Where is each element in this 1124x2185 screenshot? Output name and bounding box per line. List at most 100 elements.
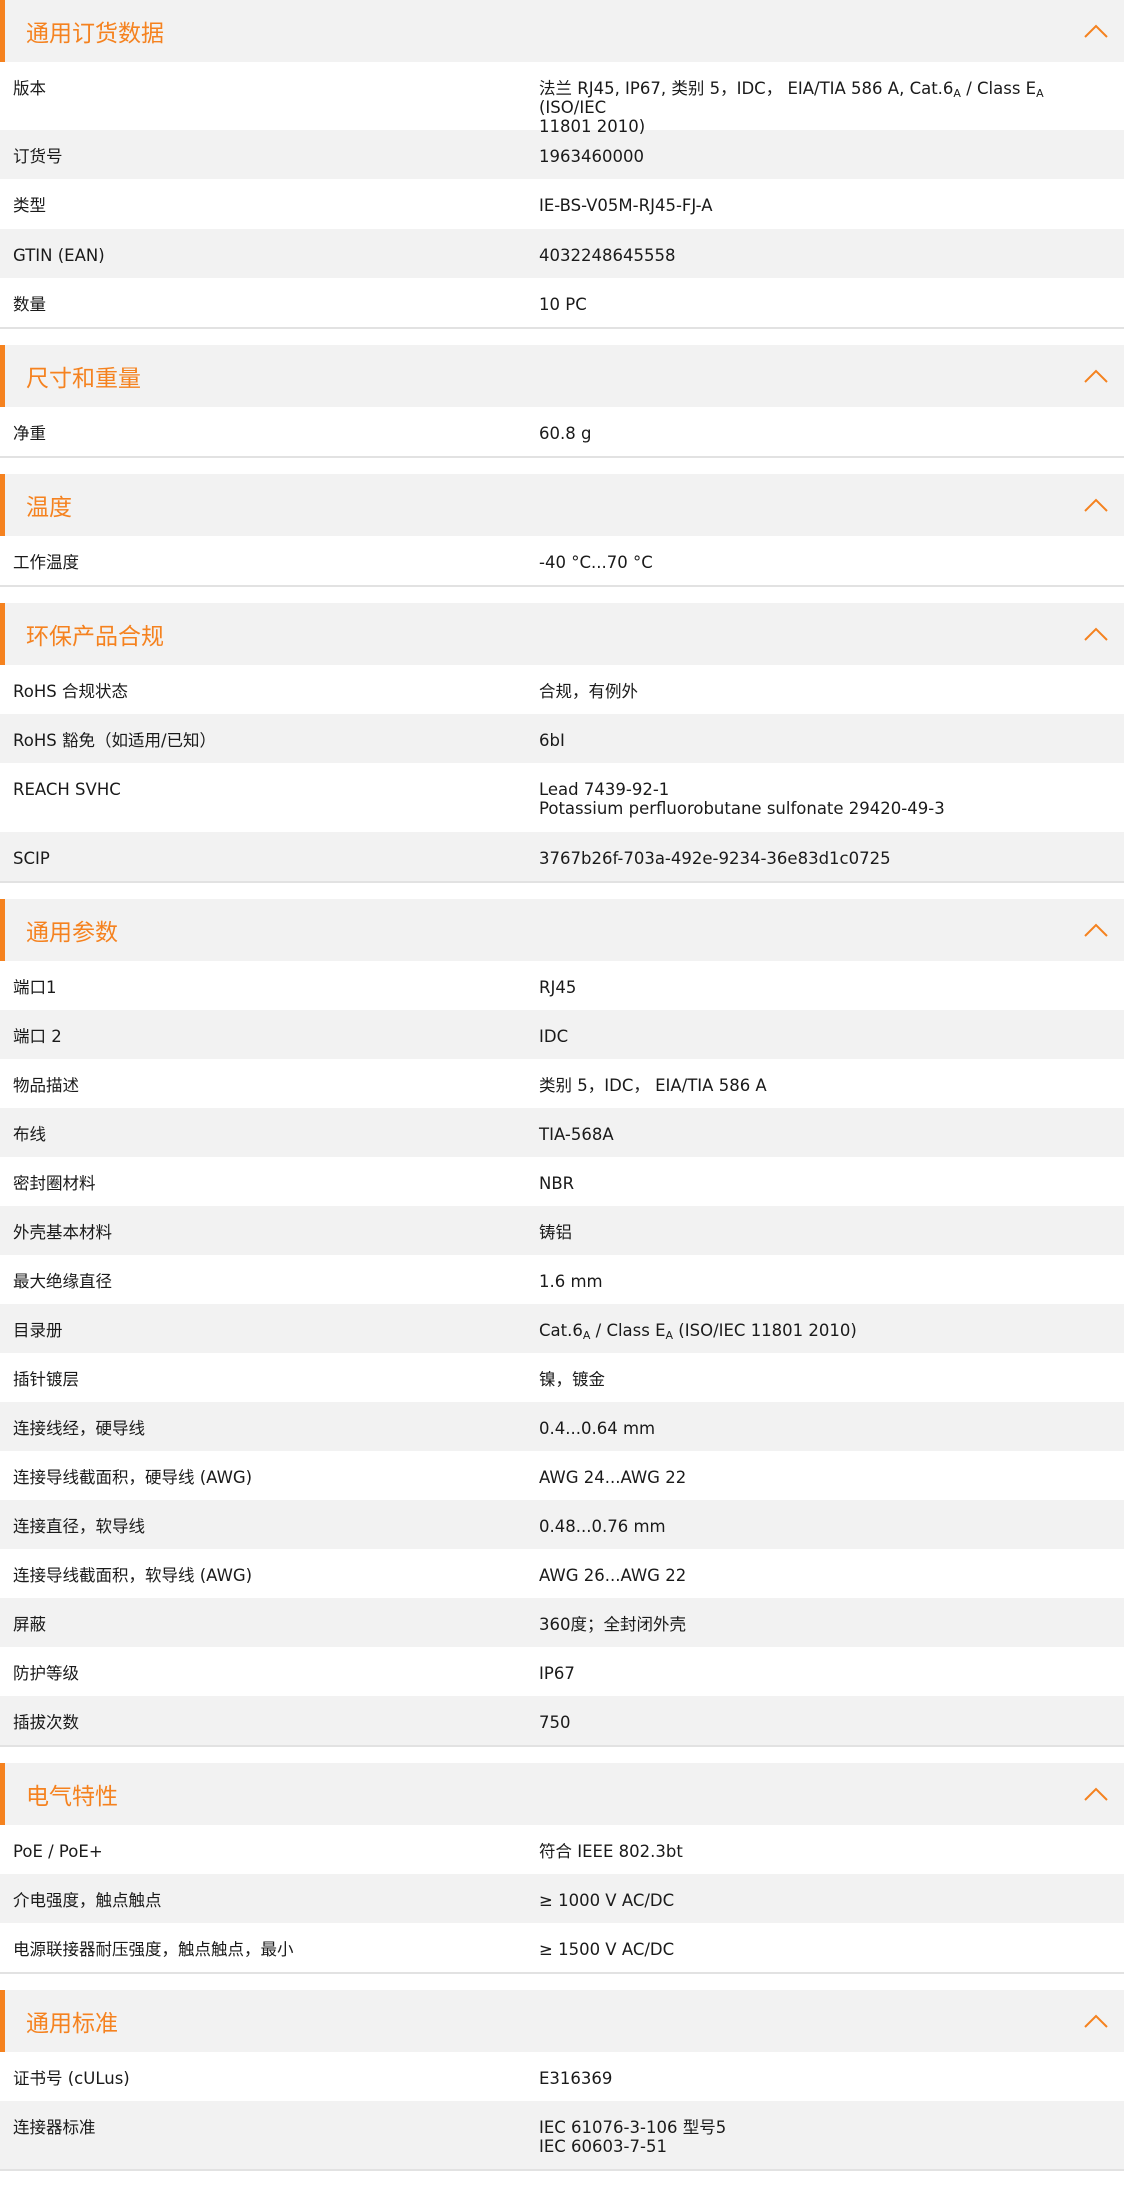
- spec-value: 10 PC: [539, 295, 587, 314]
- spec-value: 1.6 mm: [539, 1272, 603, 1291]
- section-general-standards: 通用标准 证书号 (cULus) E316369 连接器标准 IEC 61076…: [0, 1990, 1124, 2171]
- spec-value: 60.8 g: [539, 424, 592, 443]
- spec-value: TIA-568A: [539, 1125, 614, 1144]
- section-header[interactable]: 环保产品合规: [0, 603, 1124, 665]
- chevron-up-icon[interactable]: [1082, 920, 1110, 940]
- section-title: 环保产品合规: [26, 624, 164, 650]
- chevron-up-icon[interactable]: [1082, 1784, 1110, 1804]
- spec-value: 法兰 RJ45, IP67, 类别 5，IDC， EIA/TIA 586 A, …: [539, 79, 1124, 136]
- spec-value: ≥ 1500 V AC/DC: [539, 1940, 675, 1959]
- spec-label: 布线: [13, 1125, 46, 1144]
- spec-value: 镍，镀金: [539, 1370, 605, 1389]
- chevron-up-icon[interactable]: [1082, 624, 1110, 644]
- spec-label: 物品描述: [13, 1076, 79, 1095]
- spec-row: 类型 IE-BS-V05M-RJ45-FJ-A: [0, 179, 1124, 229]
- spec-row: 证书号 (cULus) E316369: [0, 2052, 1124, 2101]
- spec-label: PoE / PoE+: [13, 1842, 103, 1861]
- spec-value: 360度；全封闭外壳: [539, 1615, 686, 1634]
- spec-value: E316369: [539, 2069, 613, 2088]
- spec-value: 750: [539, 1713, 571, 1732]
- spec-label: SCIP: [13, 849, 50, 868]
- section-title: 通用订货数据: [26, 21, 164, 47]
- spec-label: 插针镀层: [13, 1370, 79, 1389]
- spec-row: PoE / PoE+ 符合 IEEE 802.3bt: [0, 1825, 1124, 1874]
- section-title: 通用参数: [26, 920, 118, 946]
- section-electrical-characteristics: 电气特性 PoE / PoE+ 符合 IEEE 802.3bt 介电强度，触点触…: [0, 1763, 1124, 1974]
- spec-value: 6bI: [539, 731, 565, 750]
- section-title: 温度: [26, 495, 72, 521]
- spec-label: 净重: [13, 424, 46, 443]
- section-header[interactable]: 温度: [0, 474, 1124, 536]
- spec-row: 连接器标准 IEC 61076-3-106 型号5 IEC 60603-7-51: [0, 2101, 1124, 2169]
- spec-label: 端口1: [13, 978, 57, 997]
- spec-row: 插针镀层 镍，镀金: [0, 1353, 1124, 1402]
- spec-row: 连接直径，软导线 0.48...0.76 mm: [0, 1500, 1124, 1549]
- spec-label: 介电强度，触点触点: [13, 1891, 162, 1910]
- spec-value: 铸铝: [539, 1223, 572, 1242]
- spec-value: IE-BS-V05M-RJ45-FJ-A: [539, 196, 713, 215]
- spec-page: 通用订货数据 版本 法兰 RJ45, IP67, 类别 5，IDC， EIA/T…: [0, 0, 1124, 2185]
- spec-label: 连接导线截面积，软导线 (AWG): [13, 1566, 253, 1585]
- spec-value: IP67: [539, 1664, 575, 1683]
- spec-label: 连接直径，软导线: [13, 1517, 145, 1536]
- spec-label: 版本: [13, 79, 46, 98]
- spec-label: 连接导线截面积，硬导线 (AWG): [13, 1468, 253, 1487]
- section-header[interactable]: 通用订货数据: [0, 0, 1124, 62]
- chevron-up-icon[interactable]: [1082, 495, 1110, 515]
- spec-row: 电源联接器耐压强度，触点触点，最小 ≥ 1500 V AC/DC: [0, 1923, 1124, 1972]
- spec-value: 4032248645558: [539, 246, 676, 265]
- chevron-up-icon[interactable]: [1082, 366, 1110, 386]
- spec-label: 最大绝缘直径: [13, 1272, 112, 1291]
- spec-value: AWG 26...AWG 22: [539, 1566, 687, 1585]
- spec-row: 布线 TIA-568A: [0, 1108, 1124, 1157]
- spec-row: 外壳基本材料 铸铝: [0, 1206, 1124, 1255]
- spec-row: 数量 10 PC: [0, 278, 1124, 327]
- spec-value: 3767b26f-703a-492e-9234-36e83d1c0725: [539, 849, 891, 868]
- spec-label: 插拔次数: [13, 1713, 79, 1732]
- spec-row: 净重 60.8 g: [0, 407, 1124, 456]
- section-header[interactable]: 尺寸和重量: [0, 345, 1124, 407]
- spec-row: 密封圈材料 NBR: [0, 1157, 1124, 1206]
- section-temperature: 温度 工作温度 -40 °C...70 °C: [0, 474, 1124, 587]
- spec-row: 连接导线截面积，软导线 (AWG) AWG 26...AWG 22: [0, 1549, 1124, 1598]
- spec-value: 合规，有例外: [539, 682, 638, 701]
- section-environmental-compliance: 环保产品合规 RoHS 合规状态 合规，有例外 RoHS 豁免（如适用/已知） …: [0, 603, 1124, 883]
- spec-row: 工作温度 -40 °C...70 °C: [0, 536, 1124, 585]
- spec-value: -40 °C...70 °C: [539, 553, 653, 572]
- section-general-parameters: 通用参数 端口1 RJ45 端口 2 IDC 物品描述 类别 5，IDC， EI…: [0, 899, 1124, 1747]
- spec-label: 屏蔽: [13, 1615, 46, 1634]
- spec-value: RJ45: [539, 978, 577, 997]
- section-title: 通用标准: [26, 2011, 118, 2037]
- chevron-up-icon[interactable]: [1082, 21, 1110, 41]
- section-title: 电气特性: [26, 1784, 118, 1810]
- spec-row: RoHS 豁免（如适用/已知） 6bI: [0, 714, 1124, 763]
- spec-row: 订货号 1963460000: [0, 130, 1124, 179]
- section-title: 尺寸和重量: [26, 366, 141, 392]
- spec-row: RoHS 合规状态 合规，有例外: [0, 665, 1124, 714]
- section-ordering-data: 通用订货数据 版本 法兰 RJ45, IP67, 类别 5，IDC， EIA/T…: [0, 0, 1124, 329]
- section-header[interactable]: 通用参数: [0, 899, 1124, 961]
- spec-label: 外壳基本材料: [13, 1223, 112, 1242]
- spec-row: 物品描述 类别 5，IDC， EIA/TIA 586 A: [0, 1059, 1124, 1108]
- section-header[interactable]: 通用标准: [0, 1990, 1124, 2052]
- spec-value: 类别 5，IDC， EIA/TIA 586 A: [539, 1076, 767, 1095]
- section-header[interactable]: 电气特性: [0, 1763, 1124, 1825]
- spec-value: Lead 7439-92-1 Potassium perfluorobutane…: [539, 780, 1124, 818]
- spec-row: REACH SVHC Lead 7439-92-1 Potassium perf…: [0, 763, 1124, 832]
- spec-value-line: Lead 7439-92-1: [539, 780, 670, 799]
- spec-value: 0.4...0.64 mm: [539, 1419, 656, 1438]
- chevron-up-icon[interactable]: [1082, 2011, 1110, 2031]
- spec-row: 介电强度，触点触点 ≥ 1000 V AC/DC: [0, 1874, 1124, 1923]
- spec-value: NBR: [539, 1174, 575, 1193]
- spec-label: 密封圈材料: [13, 1174, 96, 1193]
- spec-value: ≥ 1000 V AC/DC: [539, 1891, 675, 1910]
- spec-row: GTIN (EAN) 4032248645558: [0, 229, 1124, 278]
- spec-row: 端口1 RJ45: [0, 961, 1124, 1010]
- spec-label: 目录册: [13, 1321, 63, 1340]
- spec-row: 目录册 Cat.6A / Class EA (ISO/IEC 11801 201…: [0, 1304, 1124, 1353]
- spec-row: 连接导线截面积，硬导线 (AWG) AWG 24...AWG 22: [0, 1451, 1124, 1500]
- spec-value: IDC: [539, 1027, 569, 1046]
- spec-label: 连接器标准: [13, 2118, 96, 2137]
- spec-value-line: 法兰 RJ45, IP67, 类别 5，IDC， EIA/TIA 586 A, …: [539, 79, 1044, 117]
- spec-row: 连接线经，硬导线 0.4...0.64 mm: [0, 1402, 1124, 1451]
